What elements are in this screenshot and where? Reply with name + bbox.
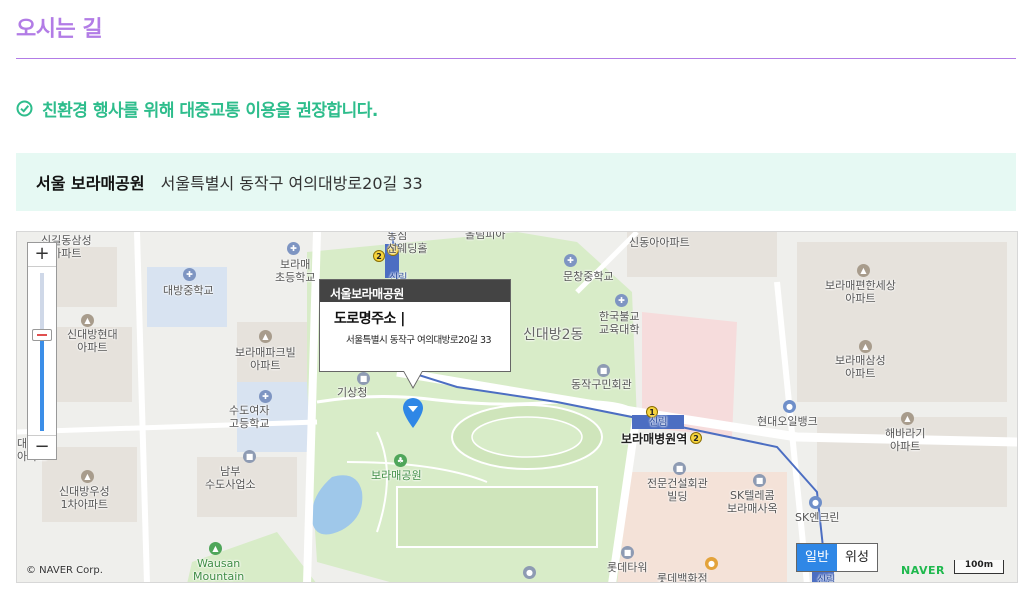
map-label: 보라매병원역 xyxy=(621,432,688,446)
zoom-level xyxy=(40,335,44,431)
zoom-control[interactable]: + − xyxy=(27,242,57,460)
map-type-normal-button[interactable]: 일반 xyxy=(797,544,837,571)
map-label: Wausan Mountain xyxy=(193,557,245,583)
map-label: 남부 수도사업소 xyxy=(205,465,256,491)
info-window-label: 도로명주소 | xyxy=(334,311,405,327)
map-label: 신동아아파트 xyxy=(629,236,690,249)
page-title: 오시는 길 xyxy=(16,17,103,42)
school-icon: ✚ xyxy=(615,294,628,307)
line-2-badge: 2 xyxy=(690,432,702,444)
naver-logo[interactable]: NAVER xyxy=(901,564,945,577)
school-icon: ✚ xyxy=(564,254,577,267)
map-scale-bar: 100m xyxy=(954,560,1004,574)
line-2-badge: 2 xyxy=(373,250,385,262)
building-icon: ■ xyxy=(597,364,610,377)
building-icon: ■ xyxy=(753,474,766,487)
map-label: 신대방우성 1차아파트 xyxy=(59,485,110,511)
shopping-icon: ● xyxy=(705,557,718,570)
map-label: 현대오일뱅크 xyxy=(757,415,818,428)
building-icon: ■ xyxy=(243,450,256,463)
map-label: 보라매공원 xyxy=(371,469,422,482)
map-label: 보라매삼성 아파트 xyxy=(835,354,886,380)
check-circle-icon xyxy=(16,100,33,117)
location-pin-icon[interactable] xyxy=(402,397,424,429)
apartment-icon: ▲ xyxy=(901,412,914,425)
map-type-toggle[interactable]: 일반 위성 xyxy=(796,543,878,572)
apartment-icon: ▲ xyxy=(81,314,94,327)
map-label: 한국불교 교육대학 xyxy=(599,310,640,336)
map-label: 기상청 xyxy=(337,386,368,399)
map-view[interactable]: 1 2 1 2 신길동삼성 아파트 동심 선웨딩홀 올림피아 신동아아파트 보라… xyxy=(16,231,1018,583)
building-icon: ■ xyxy=(357,372,370,385)
eco-notice-text: 친환경 행사를 위해 대중교통 이용을 권장합니다. xyxy=(42,101,378,121)
zoom-handle[interactable] xyxy=(32,329,52,341)
place-name: 서울 보라매공원 xyxy=(36,174,145,193)
map-label: SK엔크린 xyxy=(795,511,840,524)
info-window-tail-inner xyxy=(404,371,422,387)
info-window-title: 서울보라매공원 xyxy=(320,280,510,302)
map-label: 보라매 초등학교 xyxy=(275,258,316,284)
map-label: 롯데백화점 xyxy=(657,572,708,583)
map-label: 롯데타워 xyxy=(607,561,648,574)
map-copyright: © NAVER Corp. xyxy=(26,565,103,576)
map-label: 문창중학교 xyxy=(563,270,614,283)
gas-station-icon: ● xyxy=(809,496,822,509)
apartment-icon: ▲ xyxy=(859,340,872,353)
building-icon: ■ xyxy=(621,546,634,559)
school-icon: ✚ xyxy=(183,268,196,281)
park-icon: ♣ xyxy=(394,454,407,467)
map-label: 신림 xyxy=(817,575,836,583)
map-label: 동작구민회관 xyxy=(571,378,632,391)
map-label: 수도여자 고등학교 xyxy=(229,404,270,430)
map-label: 동심 선웨딩홀 xyxy=(387,231,428,255)
map-label: SK텔레콤 보라매사옥 xyxy=(727,489,778,515)
apartment-icon: ▲ xyxy=(259,330,272,343)
address-box: 서울 보라매공원 서울특별시 동작구 여의대방로20길 33 xyxy=(16,153,1016,211)
map-label: 대방중학교 xyxy=(163,284,214,297)
apartment-icon: ▲ xyxy=(857,264,870,277)
map-label: 신대방현대 아파트 xyxy=(67,328,118,354)
map-label: 신림 xyxy=(649,417,668,428)
place-address: 서울특별시 동작구 여의대방로20길 33 xyxy=(160,174,423,193)
building-icon: ■ xyxy=(673,462,686,475)
map-label: 전문건설회관 빌딩 xyxy=(647,477,708,503)
info-window-address: 서울특별시 동작구 여의대방로20길 33 xyxy=(346,335,492,346)
mountain-icon: ▲ xyxy=(209,542,222,555)
zoom-in-button[interactable]: + xyxy=(28,243,56,267)
eco-notice: 친환경 행사를 위해 대중교통 이용을 권장합니다. xyxy=(16,96,378,121)
school-icon: ✚ xyxy=(287,242,300,255)
school-icon: ✚ xyxy=(259,390,272,403)
map-label: 보라매파크빌 아파트 xyxy=(235,346,296,372)
map-scale-label: 100m xyxy=(964,560,994,570)
apartment-icon: ▲ xyxy=(81,470,94,483)
map-label: 올림피아 xyxy=(465,231,506,241)
info-window: 서울보라매공원 도로명주소 | 서울특별시 동작구 여의대방로20길 33 xyxy=(319,279,511,372)
zoom-out-button[interactable]: − xyxy=(28,435,56,459)
map-label: 신대방2동 xyxy=(523,327,584,343)
bank-icon: ● xyxy=(783,400,796,413)
building-icon: ● xyxy=(523,566,536,579)
map-label: 보라매편한세상 아파트 xyxy=(825,279,896,305)
map-type-satellite-button[interactable]: 위성 xyxy=(837,544,877,571)
map-label: 해바라기 아파트 xyxy=(885,427,926,453)
title-divider xyxy=(16,58,1016,59)
